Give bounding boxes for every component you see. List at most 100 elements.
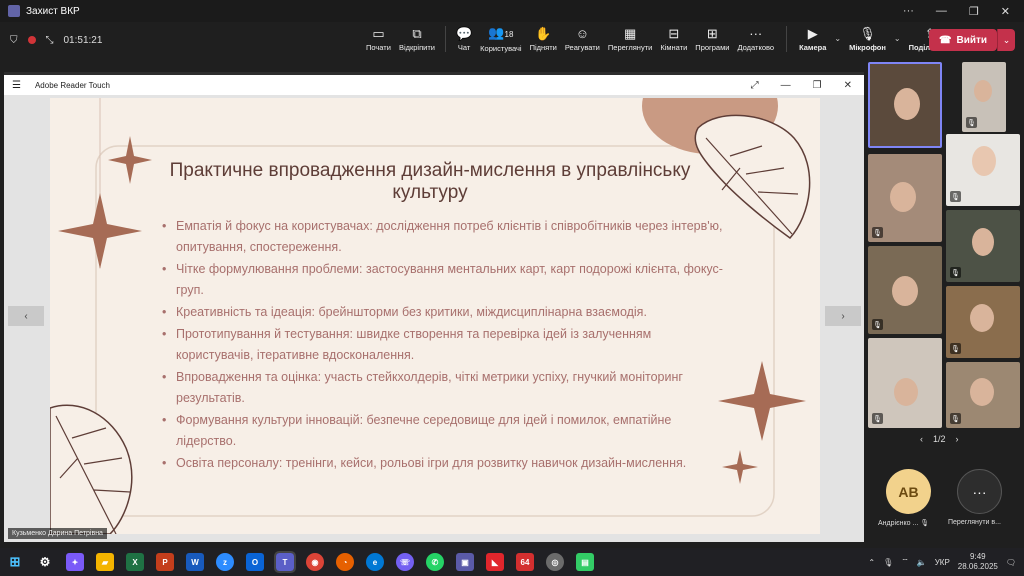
windows-start-icon[interactable]: ⊞ [6, 553, 24, 571]
participant-tile[interactable]: 🎙 [946, 210, 1020, 282]
wifi-icon[interactable]: ⌔ [901, 557, 909, 567]
camera-button[interactable]: ▶ Камера [799, 22, 826, 56]
reader-close-icon[interactable]: ✕ [844, 80, 852, 91]
participant-tile[interactable]: 🎙 [868, 338, 942, 428]
language-indicator[interactable]: УКР [935, 558, 950, 567]
fullscreen-icon[interactable]: ⤢ [751, 80, 759, 91]
list-item: Креативність та ідеація: брейншторми без… [162, 302, 732, 323]
list-item: Прототипування й тестування: швидке ство… [162, 324, 732, 366]
taskbar: ⊞ ⚙ ✦ ▰ X P W z O T ◉ ◔ e ☏ ✆ ▣ ◣ 64 ◎ ▤… [0, 548, 1024, 576]
file-explorer-icon[interactable]: ▰ [96, 553, 114, 571]
chat-button[interactable]: 💬 Чат [456, 22, 472, 56]
clock-time: 9:49 [970, 552, 986, 561]
chevron-left-icon[interactable]: ‹ [920, 434, 923, 444]
app-64-icon[interactable]: 64 [516, 553, 534, 571]
avatar[interactable]: AB [886, 469, 931, 514]
mic-muted-icon: 🎙 [950, 267, 961, 278]
meeting-toolbar: ⛉ ⤡ 01:51:21 ▭ Почати ⧉ Відкріпити 💬 Чат 👥1… [0, 22, 1024, 58]
mic-button[interactable]: 🎙 Мікрофон [849, 22, 886, 56]
whatsapp-icon[interactable]: ✆ [426, 553, 444, 571]
chevron-right-icon[interactable]: › [956, 434, 959, 444]
mic-muted-icon: 🎙 [872, 227, 883, 238]
viber-icon[interactable]: ☏ [396, 553, 414, 571]
mic-icon: 🎙 [859, 25, 876, 41]
mic-muted-icon: 🎙 [950, 413, 961, 424]
leave-options-chevron-icon[interactable]: ⌄ [997, 29, 1016, 51]
app-icon[interactable]: ◎ [546, 553, 564, 571]
next-page-button[interactable]: › [825, 306, 861, 326]
participant-tile[interactable]: 🎙 [868, 246, 942, 334]
recording-icon [27, 36, 36, 44]
chevron-up-icon[interactable]: ⌃ [868, 558, 875, 567]
participant-grid: 🎙 🎙 🎙 🎙 🎙 🎙 🎙 🎙 [868, 62, 1024, 432]
unpin-button[interactable]: ⧉ Відкріпити [399, 22, 435, 56]
excel-icon[interactable]: X [126, 553, 144, 571]
reader-minimize-icon[interactable]: — [781, 80, 791, 91]
view-button[interactable]: ▦ Переглянути [608, 22, 652, 56]
edge-icon[interactable]: e [366, 553, 384, 571]
maximize-icon[interactable]: ❐ [969, 5, 979, 18]
participant-tile[interactable]: 🎙 [868, 154, 942, 242]
more-options-icon[interactable]: ··· [903, 5, 914, 18]
view-more-button[interactable]: ··· [957, 469, 1002, 514]
chevron-left-icon: ‹ [24, 310, 28, 322]
participant-tile[interactable]: 🎙 [946, 134, 1020, 206]
leaf-ornament-bottom [50, 404, 133, 534]
participant-tile[interactable] [868, 62, 942, 148]
outlook-icon[interactable]: O [246, 553, 264, 571]
leave-button[interactable]: ☎ Вийти [929, 29, 998, 51]
volume-icon[interactable]: 🔈 [917, 558, 927, 567]
hamburger-menu-icon[interactable]: ☰ [12, 80, 21, 91]
reader-title: Adobe Reader Touch [34, 80, 110, 90]
expand-icon[interactable]: ⤡ [46, 35, 54, 46]
raise-hand-button[interactable]: ✋ Підняти [530, 22, 557, 56]
settings-icon[interactable]: ⚙ [36, 553, 54, 571]
camera-options-chevron-icon[interactable]: ⌄ [834, 34, 841, 56]
powerpoint-icon[interactable]: P [156, 553, 174, 571]
rooms-button[interactable]: ⊟ Кімнати [660, 22, 687, 56]
people-button[interactable]: 👥18 Користувачі [480, 22, 521, 56]
save-icon[interactable]: ▣ [456, 553, 474, 571]
mic-muted-icon: 🎙 [872, 319, 883, 330]
minimize-icon[interactable]: — [936, 5, 947, 18]
apps-button[interactable]: ⊞ Програми [695, 22, 729, 56]
clock[interactable]: 9:49 28.06.2025 [958, 552, 998, 572]
start-button[interactable]: ▭ Почати [366, 22, 391, 56]
view-more-label: Переглянути в... [948, 519, 1001, 526]
notifications-icon[interactable]: 🗨 [1006, 558, 1016, 567]
smile-icon: ☺ [575, 25, 589, 41]
react-button[interactable]: ☺ Реагувати [565, 22, 600, 56]
firefox-icon[interactable]: ◔ [336, 553, 354, 571]
window-title: Захист ВКР [26, 5, 80, 17]
chrome-icon[interactable]: ◉ [306, 553, 324, 571]
teams-logo-icon [8, 5, 20, 17]
prev-page-button[interactable]: ‹ [8, 306, 44, 326]
mic-icon[interactable]: 🎙 [883, 558, 893, 567]
calculator-icon[interactable]: ▤ [576, 553, 594, 571]
list-item: Формування культури інновацій: безпечне … [162, 410, 732, 452]
avatar-name: Андрієнко ... [878, 520, 919, 527]
participant-tile[interactable]: 🎙 [946, 362, 1020, 428]
star-ornament-left [58, 193, 142, 269]
list-item: Впровадження та оцінка: участь стейкхолд… [162, 367, 732, 409]
teams-icon[interactable]: T [274, 551, 296, 573]
list-item: Освіта персоналу: тренінги, кейси, рольо… [162, 453, 732, 474]
participant-tile[interactable]: 🎙 [962, 62, 1006, 132]
presentation-slide: Практичне впровадження дизайн-мислення в… [50, 98, 820, 534]
copilot-icon[interactable]: ✦ [66, 553, 84, 571]
close-icon[interactable]: ✕ [1001, 5, 1010, 18]
participant-tile[interactable]: 🎙 [946, 286, 1020, 358]
zoom-icon[interactable]: z [216, 553, 234, 571]
participant-pager: ‹ 1/2 › [920, 434, 959, 444]
meeting-timer: 01:51:21 [63, 34, 103, 46]
window-titlebar: Захист ВКР ··· — ❐ ✕ [0, 0, 1024, 22]
pdf-reader-icon[interactable]: ◣ [486, 553, 504, 571]
unpin-icon: ⧉ [412, 25, 422, 41]
mic-muted-icon: 🎙 [872, 413, 883, 424]
camera-icon: ▶ [807, 25, 818, 41]
mic-options-chevron-icon[interactable]: ⌄ [894, 34, 901, 56]
system-tray: ⌃ 🎙 ⌔ 🔈 УКР 9:49 28.06.2025 🗨 [868, 552, 1024, 572]
word-icon[interactable]: W [186, 553, 204, 571]
reader-restore-icon[interactable]: ❐ [813, 80, 822, 91]
more-button[interactable]: ··· Додатково [737, 22, 774, 56]
